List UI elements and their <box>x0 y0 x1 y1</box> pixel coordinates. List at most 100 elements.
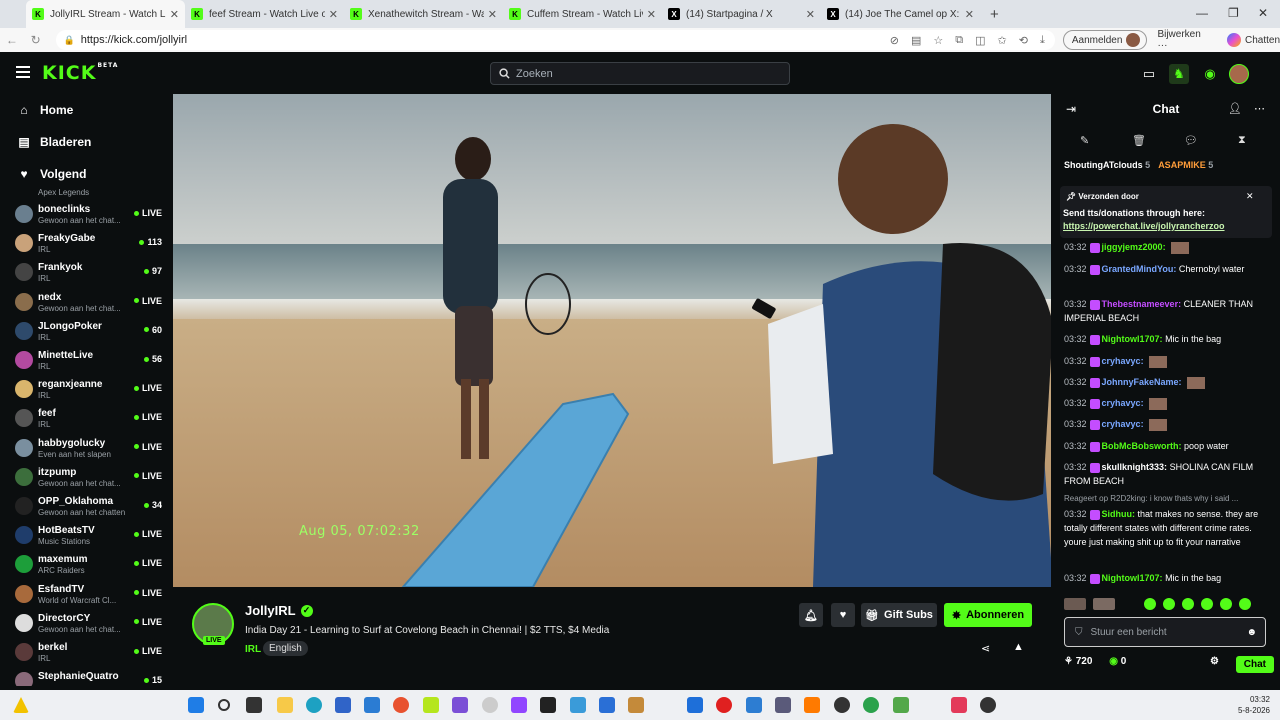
followed-channel-item[interactable]: nedx Gewoon aan het chat... LIVE <box>0 288 172 317</box>
app-icon[interactable] <box>804 697 820 713</box>
search-input[interactable]: Zoeken <box>490 62 790 85</box>
warning-icon[interactable] <box>13 697 29 713</box>
app-icon[interactable] <box>893 697 909 713</box>
message-username[interactable]: cryhavyc: <box>1102 398 1144 408</box>
chat-message[interactable]: 03:32 Nightowl1707: Mic in the bag <box>1064 332 1274 346</box>
sidebar-item-home[interactable]: ⌂ Home <box>0 94 172 126</box>
emote-icon[interactable] <box>1163 598 1175 610</box>
subscribe-button[interactable]: ✸ Abonneren <box>944 603 1032 627</box>
browser-tab[interactable]: K JollyIRL Stream - Watch Live o ✕ <box>26 0 185 28</box>
edge-icon[interactable] <box>306 697 322 713</box>
browser-tab[interactable]: X (14) Startpagina / X ✕ <box>662 0 821 28</box>
chat-message[interactable]: 03:32 Nightowl1707: Mic in the bag <box>1064 571 1274 585</box>
tracking-icon[interactable]: ⊘ <box>890 34 899 47</box>
streamer-name[interactable]: JollyIRL ✓ <box>245 603 313 618</box>
emote-icon[interactable] <box>1144 598 1156 610</box>
app-icon[interactable] <box>335 697 351 713</box>
emote-icon[interactable] <box>1064 598 1086 610</box>
chat-message[interactable]: 03:32 cryhavyc: <box>1064 417 1274 431</box>
message-username[interactable]: JohnnyFakeName: <box>1102 377 1182 387</box>
url-field[interactable]: 🔒 https://kick.com/jollyirl ⊘ ▤ ☆ ⧉ ◫ ✩ … <box>55 30 1055 50</box>
emote-icon[interactable] <box>1239 598 1251 610</box>
file-explorer-icon[interactable] <box>277 697 293 713</box>
maximize-icon[interactable]: ❐ <box>1228 6 1239 20</box>
kicks-display[interactable]: ◉ 0 <box>1109 656 1126 667</box>
message-username[interactable]: Sidhuu: <box>1102 509 1136 519</box>
discord-icon[interactable] <box>452 697 468 713</box>
emote-icon[interactable] <box>1220 598 1232 610</box>
app-icon[interactable] <box>951 697 967 713</box>
followed-channel-item[interactable]: reganxjeanne IRL LIVE <box>0 375 172 404</box>
reader-icon[interactable]: ▤ <box>911 34 921 47</box>
creator-dashboard-icon[interactable]: ♞ <box>1169 64 1189 84</box>
copilot-chat-button[interactable]: Chatten <box>1226 33 1280 47</box>
points-display[interactable]: ⚘ 720 <box>1064 656 1092 667</box>
followed-channel-item[interactable]: FreakyGabe IRL 113 <box>0 229 172 258</box>
emote-icon[interactable] <box>1201 598 1213 610</box>
app-icon[interactable] <box>511 697 527 713</box>
followed-channel-item[interactable]: MinetteLive IRL 56 <box>0 346 172 375</box>
new-tab-button[interactable]: + <box>980 0 1009 28</box>
kicks-icon[interactable]: ◉ <box>1200 64 1220 84</box>
app-icon[interactable] <box>423 697 439 713</box>
close-tab-icon[interactable]: ✕ <box>806 8 815 21</box>
pin-tool-icon[interactable]: ✎ <box>1080 134 1089 147</box>
browser-tab[interactable]: X (14) Joe The Camel op X: 'Sam Pe ✕ <box>821 0 980 28</box>
system-clock[interactable]: 03:32 5-8-2026 <box>1238 694 1270 716</box>
start-icon[interactable] <box>188 697 204 713</box>
message-username[interactable]: jiggyjemz2000: <box>1102 242 1166 252</box>
category-link[interactable]: IRL <box>245 644 261 655</box>
downloads-icon[interactable]: ⤓ <box>1040 34 1045 47</box>
chat-message[interactable]: 03:32 jiggyjemz2000: <box>1064 240 1274 254</box>
signin-button[interactable]: Aanmelden <box>1062 30 1148 50</box>
search-icon[interactable] <box>218 699 230 711</box>
media-player-icon[interactable] <box>980 697 996 713</box>
stream-manager-icon[interactable]: ▭ <box>1139 64 1159 84</box>
close-tab-icon[interactable]: ✕ <box>488 8 497 21</box>
video-player[interactable]: Aug 05, 07:02:32 <box>173 94 1051 587</box>
gifter-item[interactable]: ASAPMIKE 5 <box>1158 160 1213 170</box>
message-username[interactable]: GrantedMindYou: <box>1102 264 1177 274</box>
app-icon[interactable] <box>570 697 586 713</box>
followed-channel-item[interactable]: berkel IRL LIVE <box>0 638 172 667</box>
task-view-icon[interactable] <box>246 697 262 713</box>
chat-message[interactable]: 03:32 JohnnyFakeName: <box>1064 375 1274 389</box>
update-button[interactable]: Bijwerken ··· <box>1157 29 1213 51</box>
extensions-icon[interactable]: ⧉ <box>955 34 963 47</box>
favorite-star-icon[interactable]: ☆ <box>933 34 943 47</box>
emote-icon[interactable] <box>1093 598 1115 610</box>
back-icon[interactable]: ← <box>0 33 24 47</box>
language-tag[interactable]: English <box>263 641 308 656</box>
chat-message[interactable]: 03:32 BobMcBobsworth: poop water <box>1064 439 1274 453</box>
chat-message-input[interactable]: ⛉ Stuur een bericht ☻ <box>1064 617 1266 647</box>
users-icon[interactable]: 👤︎ <box>1228 102 1242 115</box>
app-icon[interactable] <box>482 697 498 713</box>
favorites-icon[interactable]: ✩ <box>998 34 1007 47</box>
report-icon[interactable]: ▲ <box>1013 641 1024 653</box>
notifications-button[interactable]: 🔔︎ <box>799 603 823 627</box>
followed-channel-item[interactable]: StephanieQuatro 15 <box>0 667 172 686</box>
sidebar-item-following[interactable]: ♥ Volgend <box>0 158 172 190</box>
emote-icon[interactable] <box>1182 598 1194 610</box>
followed-channel-item[interactable]: feef IRL LIVE <box>0 404 172 433</box>
browser-tab[interactable]: K Cuffem Stream - Watch Live on Ki ✕ <box>503 0 662 28</box>
app-icon[interactable] <box>687 697 703 713</box>
message-username[interactable]: cryhavyc: <box>1102 356 1144 366</box>
followed-channel-item[interactable]: HotBeatsTV Music Stations LIVE <box>0 521 172 550</box>
more-options-icon[interactable]: ⋯ <box>1254 102 1265 115</box>
followed-channel-item[interactable]: EsfandTV World of Warcraft Cl... LIVE <box>0 580 172 609</box>
followed-channel-item[interactable]: itzpump Gewoon aan het chat... LIVE <box>0 463 172 492</box>
followed-channel-item[interactable]: OPP_Oklahoma Gewoon aan het chatten 34 <box>0 492 172 521</box>
followed-channel-item[interactable]: JLongoPoker IRL 60 <box>0 317 172 346</box>
user-avatar[interactable] <box>1229 64 1249 84</box>
close-tab-icon[interactable]: ✕ <box>170 8 179 21</box>
close-tab-icon[interactable]: ✕ <box>329 8 338 21</box>
close-window-icon[interactable]: ✕ <box>1258 6 1268 20</box>
close-tab-icon[interactable]: ✕ <box>965 8 974 21</box>
message-username[interactable]: Thebestnameever: <box>1102 299 1182 309</box>
settings-icon[interactable] <box>775 697 791 713</box>
minimize-icon[interactable]: — <box>1196 6 1208 20</box>
chat-message[interactable]: 03:32 cryhavyc: <box>1064 354 1274 368</box>
vscode-icon[interactable] <box>746 697 762 713</box>
message-username[interactable]: skullknight333: <box>1102 462 1168 472</box>
